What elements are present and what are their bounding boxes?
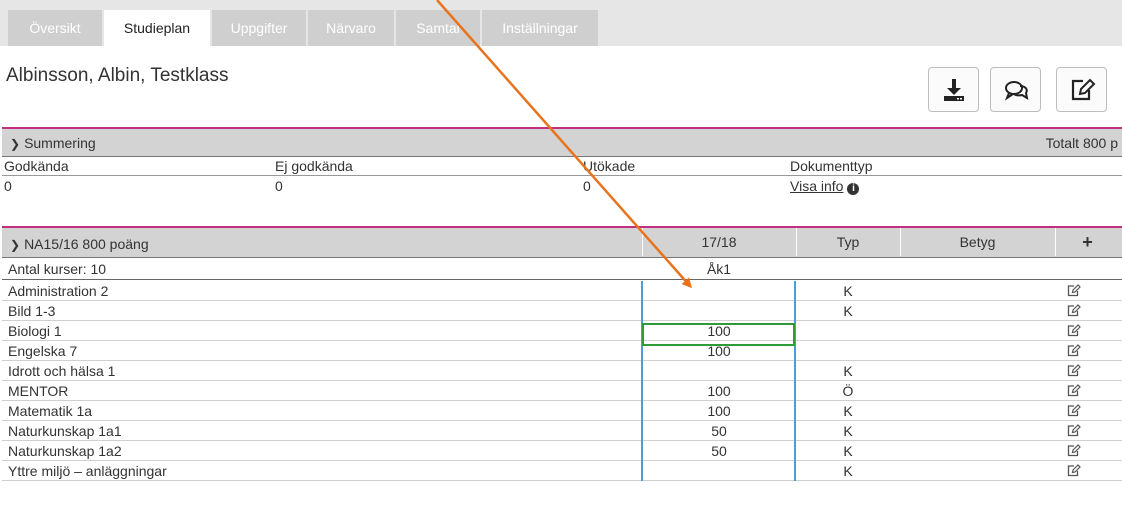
doc-info-link-text[interactable]: Visa info xyxy=(790,178,843,194)
doc-info-link[interactable]: Visa info i xyxy=(790,178,860,195)
course-name: Bild 1-3 xyxy=(8,303,56,319)
edit-button[interactable] xyxy=(1056,67,1107,112)
edit-icon[interactable] xyxy=(1067,464,1081,477)
tab-installningar[interactable]: Inställningar xyxy=(482,10,598,46)
col-type: Typ xyxy=(836,234,860,250)
edit-icon[interactable] xyxy=(1067,344,1081,357)
header-approved: Godkända xyxy=(4,158,69,174)
info-icon: i xyxy=(847,183,860,195)
column-border xyxy=(641,281,643,481)
course-type: K xyxy=(843,423,853,439)
table-row: Naturkunskap 1a1 50 K xyxy=(2,421,1122,441)
value-approved: 0 xyxy=(4,178,12,194)
course-count: Antal kurser: 10 xyxy=(8,261,107,277)
chevron-down-icon: ❯ xyxy=(10,238,21,252)
course-type: K xyxy=(843,303,853,319)
edit-icon[interactable] xyxy=(1067,364,1081,377)
divider xyxy=(2,175,1122,176)
edit-icon[interactable] xyxy=(1067,324,1081,337)
header-not-approved: Ej godkända xyxy=(275,158,353,174)
edit-icon[interactable] xyxy=(1067,424,1081,437)
download-button[interactable] xyxy=(928,67,979,112)
tab-oversikt[interactable]: Översikt xyxy=(8,10,102,46)
col-year: 17/18 xyxy=(701,234,737,250)
header-extended: Utökade xyxy=(583,158,636,174)
edit-icon[interactable] xyxy=(1067,444,1081,457)
course-points[interactable]: 100 xyxy=(642,403,796,419)
course-name: Naturkunskap 1a2 xyxy=(8,443,122,459)
course-name: Engelska 7 xyxy=(8,343,78,359)
table-row: Administration 2 K xyxy=(2,281,1122,301)
table-row: Naturkunskap 1a2 50 K xyxy=(2,441,1122,461)
course-name: Administration 2 xyxy=(8,283,109,299)
course-type: K xyxy=(843,463,853,479)
table-row: MENTOR 100 Ö xyxy=(2,381,1122,401)
course-name: Idrott och hälsa 1 xyxy=(8,363,116,379)
course-count-row: Antal kurser: 10 Åk1 xyxy=(2,259,1122,280)
chevron-down-icon: ❯ xyxy=(10,137,21,151)
course-type: K xyxy=(843,403,853,419)
course-points[interactable]: 50 xyxy=(642,443,796,459)
edit-icon[interactable] xyxy=(1067,384,1081,397)
course-type: K xyxy=(843,443,853,459)
table-row: Bild 1-3 K xyxy=(2,301,1122,321)
edit-icon[interactable] xyxy=(1067,304,1081,317)
course-name: Naturkunskap 1a1 xyxy=(8,423,122,439)
chat-button[interactable] xyxy=(990,67,1041,112)
header-doc-type: Dokumenttyp xyxy=(790,158,873,174)
col-grade: Betyg xyxy=(959,234,996,250)
value-extended: 0 xyxy=(583,178,591,194)
plan-title: NA15/16 800 poäng xyxy=(24,236,149,252)
course-name: Matematik 1a xyxy=(8,403,93,419)
course-type: K xyxy=(843,283,853,299)
edit-icon xyxy=(1071,78,1096,101)
course-type: Ö xyxy=(842,383,854,399)
tab-bar: Översikt Studieplan Uppgifter Närvaro Sa… xyxy=(0,0,1122,46)
edit-icon[interactable] xyxy=(1067,284,1081,297)
chat-icon xyxy=(1004,81,1029,101)
value-not-approved: 0 xyxy=(275,178,283,194)
course-points[interactable]: 100 xyxy=(642,383,796,399)
table-row: Yttre miljö – anläggningar K xyxy=(2,461,1122,481)
course-name: Yttre miljö – anläggningar xyxy=(8,463,167,479)
year-label: Åk1 xyxy=(706,261,732,277)
tab-narvaro[interactable]: Närvaro xyxy=(308,10,394,46)
course-name: Biologi 1 xyxy=(8,323,62,339)
table-row: Idrott och hälsa 1 K xyxy=(2,361,1122,381)
selected-cell[interactable] xyxy=(642,323,795,346)
course-type: K xyxy=(843,363,853,379)
summary-header[interactable]: ❯ Summering Totalt 800 p xyxy=(2,127,1122,157)
tab-uppgifter[interactable]: Uppgifter xyxy=(212,10,306,46)
table-row: Matematik 1a 100 K xyxy=(2,401,1122,421)
table-row: Biologi 1 100 xyxy=(2,321,1122,341)
tab-samtal[interactable]: Samtal xyxy=(396,10,480,46)
download-icon xyxy=(944,79,964,101)
summary-total: Totalt 800 p xyxy=(1045,135,1118,151)
edit-icon[interactable] xyxy=(1067,404,1081,417)
column-border xyxy=(794,281,796,481)
summary-title: Summering xyxy=(24,135,96,151)
page-title: Albinsson, Albin, Testklass xyxy=(6,65,229,86)
tab-studieplan[interactable]: Studieplan xyxy=(104,10,210,46)
add-course-button[interactable]: + xyxy=(1055,228,1120,256)
table-row: Engelska 7 100 xyxy=(2,341,1122,361)
course-points[interactable]: 50 xyxy=(642,423,796,439)
course-name: MENTOR xyxy=(8,383,69,399)
